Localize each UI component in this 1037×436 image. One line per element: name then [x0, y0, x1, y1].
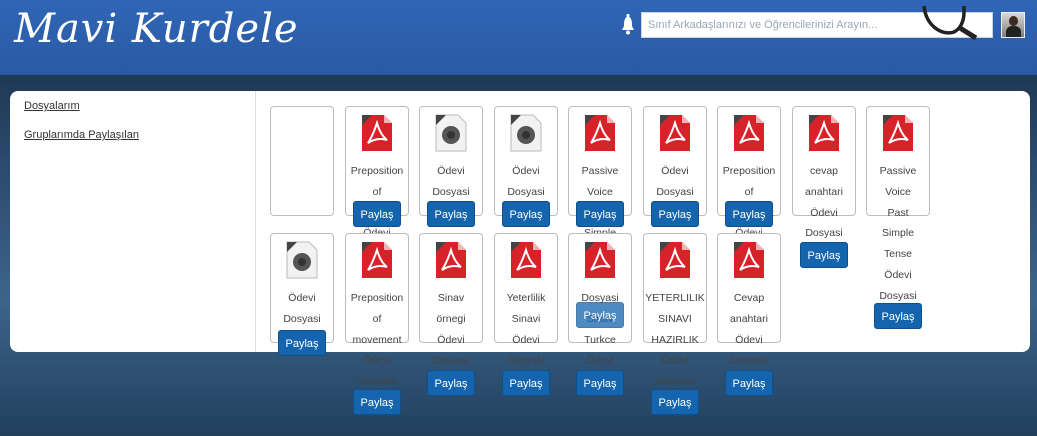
pdf-icon — [809, 115, 839, 151]
top-bar: Mavi Kurdele — [0, 0, 1037, 75]
share-button[interactable]: Paylaş — [576, 302, 624, 328]
search-icon[interactable] — [920, 2, 980, 40]
file-name: Ödevi Dosyasi — [283, 292, 321, 325]
pdf-icon — [511, 242, 541, 278]
bell-icon[interactable] — [620, 14, 636, 36]
share-button[interactable]: Paylaş — [502, 370, 550, 396]
share-button[interactable]: Paylaş — [725, 370, 773, 396]
file-name: Passive Voice Past Simple Tense Ödevi Do… — [879, 165, 917, 302]
file-name: Ödevi Dosyasi — [656, 165, 694, 198]
file-name: Ödevi Dosyasi — [507, 165, 545, 198]
file-icon — [286, 241, 318, 279]
file-name: YETERLILIK SINAVI HAZIRLIK Ödevi Dosyasi — [645, 292, 705, 388]
share-button[interactable]: Paylaş — [651, 201, 699, 227]
sidebar: Dosyalarım Gruplarımda Paylaşılan — [10, 91, 256, 352]
sidebar-item-shared-in-groups[interactable]: Gruplarımda Paylaşılan — [24, 129, 139, 141]
file-icon — [510, 114, 542, 152]
pdf-icon — [585, 115, 615, 151]
pdf-icon — [660, 242, 690, 278]
pdf-icon — [362, 242, 392, 278]
file-name: Preposition of movement Ödevi Dosyasi — [350, 292, 404, 388]
share-button[interactable]: Paylaş — [576, 370, 624, 396]
share-button[interactable]: Paylaş — [800, 242, 848, 268]
pdf-icon — [734, 242, 764, 278]
sidebar-item-my-files[interactable]: Dosyalarım — [24, 100, 80, 112]
share-button[interactable]: Paylaş — [651, 389, 699, 415]
share-button[interactable]: Paylaş — [874, 303, 922, 329]
pdf-icon — [436, 242, 466, 278]
share-button[interactable]: Paylaş — [576, 201, 624, 227]
share-button[interactable]: Paylaş — [725, 201, 773, 227]
file-name: Cevap anahtari Ödevi Dosyasi — [730, 292, 768, 367]
avatar[interactable] — [1001, 12, 1025, 38]
share-button[interactable]: Paylaş — [278, 330, 326, 356]
file-name: cevap anahtari Ödevi Dosyasi — [805, 165, 843, 240]
file-name: Ödevi Dosyasi — [432, 165, 470, 198]
share-button[interactable]: Paylaş — [427, 201, 475, 227]
file-card[interactable] — [270, 106, 334, 216]
file-icon — [435, 114, 467, 152]
share-button[interactable]: Paylaş — [502, 201, 550, 227]
file-name: Sinav örnegi Ödevi Dosyasi — [432, 292, 470, 367]
site-logo[interactable]: Mavi Kurdele — [14, 6, 299, 52]
file-name: Yeterlilik Sinavi Ödevi Dosyasi — [506, 292, 546, 367]
share-button[interactable]: Paylaş — [427, 370, 475, 396]
pdf-icon — [883, 115, 913, 151]
pdf-icon — [362, 115, 392, 151]
pdf-icon — [660, 115, 690, 151]
pdf-icon — [585, 242, 615, 278]
pdf-icon — [734, 115, 764, 151]
share-button[interactable]: Paylaş — [353, 389, 401, 415]
share-button[interactable]: Paylaş — [353, 201, 401, 227]
